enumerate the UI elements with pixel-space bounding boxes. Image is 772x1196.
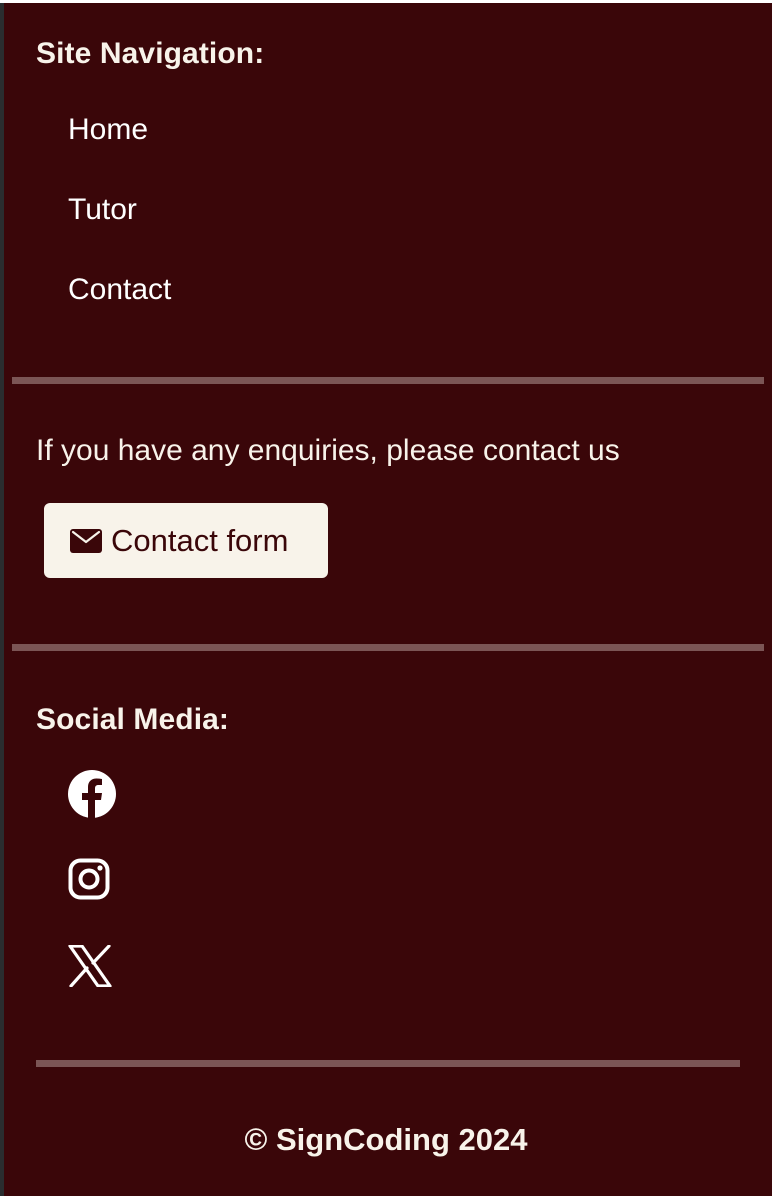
section-divider-2 [12, 644, 764, 651]
left-edge-border [0, 0, 4, 1196]
section-divider-3 [36, 1060, 740, 1067]
top-edge-border [0, 0, 772, 3]
facebook-icon[interactable] [68, 770, 116, 818]
instagram-icon[interactable] [68, 858, 110, 900]
nav-link-home[interactable]: Home [68, 115, 148, 145]
nav-link-contact[interactable]: Contact [68, 275, 171, 305]
contact-form-button-label: Contact form [111, 523, 289, 558]
footer-page: Site Navigation: Home Tutor Contact If y… [0, 0, 772, 1196]
section-divider-1 [12, 377, 764, 384]
copyright-text: © SignCoding 2024 [244, 1122, 528, 1157]
site-navigation-heading: Site Navigation: [36, 37, 265, 70]
nav-link-tutor[interactable]: Tutor [68, 195, 137, 225]
envelope-icon [69, 528, 102, 553]
contact-message: If you have any enquiries, please contac… [36, 434, 620, 467]
contact-form-button[interactable]: Contact form [44, 503, 328, 578]
social-media-heading: Social Media: [36, 703, 230, 736]
x-icon[interactable] [68, 944, 112, 988]
